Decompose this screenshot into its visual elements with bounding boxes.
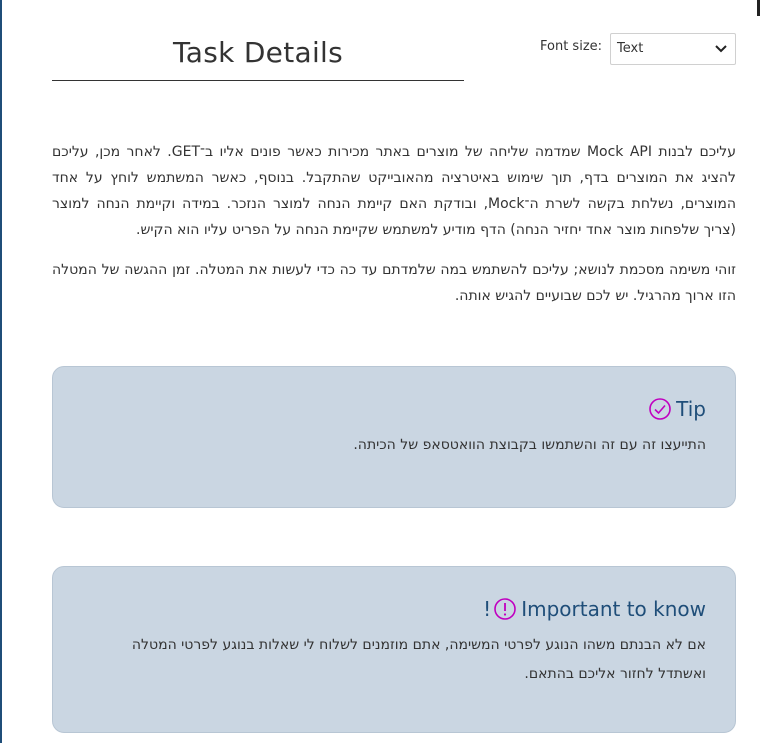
chevron-down-icon: [715, 45, 727, 53]
title-container: Task Details: [52, 34, 464, 72]
page: Task Details Font size: Text עליכם לבנות…: [0, 0, 760, 743]
tip-body: התייעצו זה עם זה והשתמשו בקבוצת הוואטסאפ…: [353, 437, 706, 453]
exclamation-circle-icon: [494, 598, 517, 620]
title-underline: [52, 80, 464, 81]
font-size-select[interactable]: Text: [610, 33, 736, 65]
tip-card: Tip התייעצו זה עם זה והשתמשו בקבוצת הווא…: [52, 366, 736, 508]
important-body: אם לא הבנתם משהו הנוגע לפרטי המשימה, אתם…: [131, 637, 706, 682]
tip-heading: Tip: [676, 397, 706, 421]
task-description-paragraph: עליכם לבנות Mock API שמדמה שליחה של מוצר…: [52, 144, 736, 238]
tip-card-header: Tip: [648, 395, 706, 423]
important-heading: Important to know: [521, 597, 706, 621]
window-left-border: [0, 0, 2, 743]
task-summary-paragraph: זוהי משימה מסכמת לנושא; עליכם להשתמש במה…: [52, 262, 736, 304]
font-size-selected-value: Text: [617, 41, 644, 56]
check-circle-icon: [649, 398, 671, 420]
important-card: ! Important to know אם לא הבנתם משהו הנו…: [52, 566, 736, 733]
important-exclamation: !: [483, 597, 492, 621]
font-size-label: Font size:: [540, 39, 603, 54]
important-card-header: ! Important to know: [483, 595, 706, 623]
page-title: Task Details: [172, 36, 343, 69]
